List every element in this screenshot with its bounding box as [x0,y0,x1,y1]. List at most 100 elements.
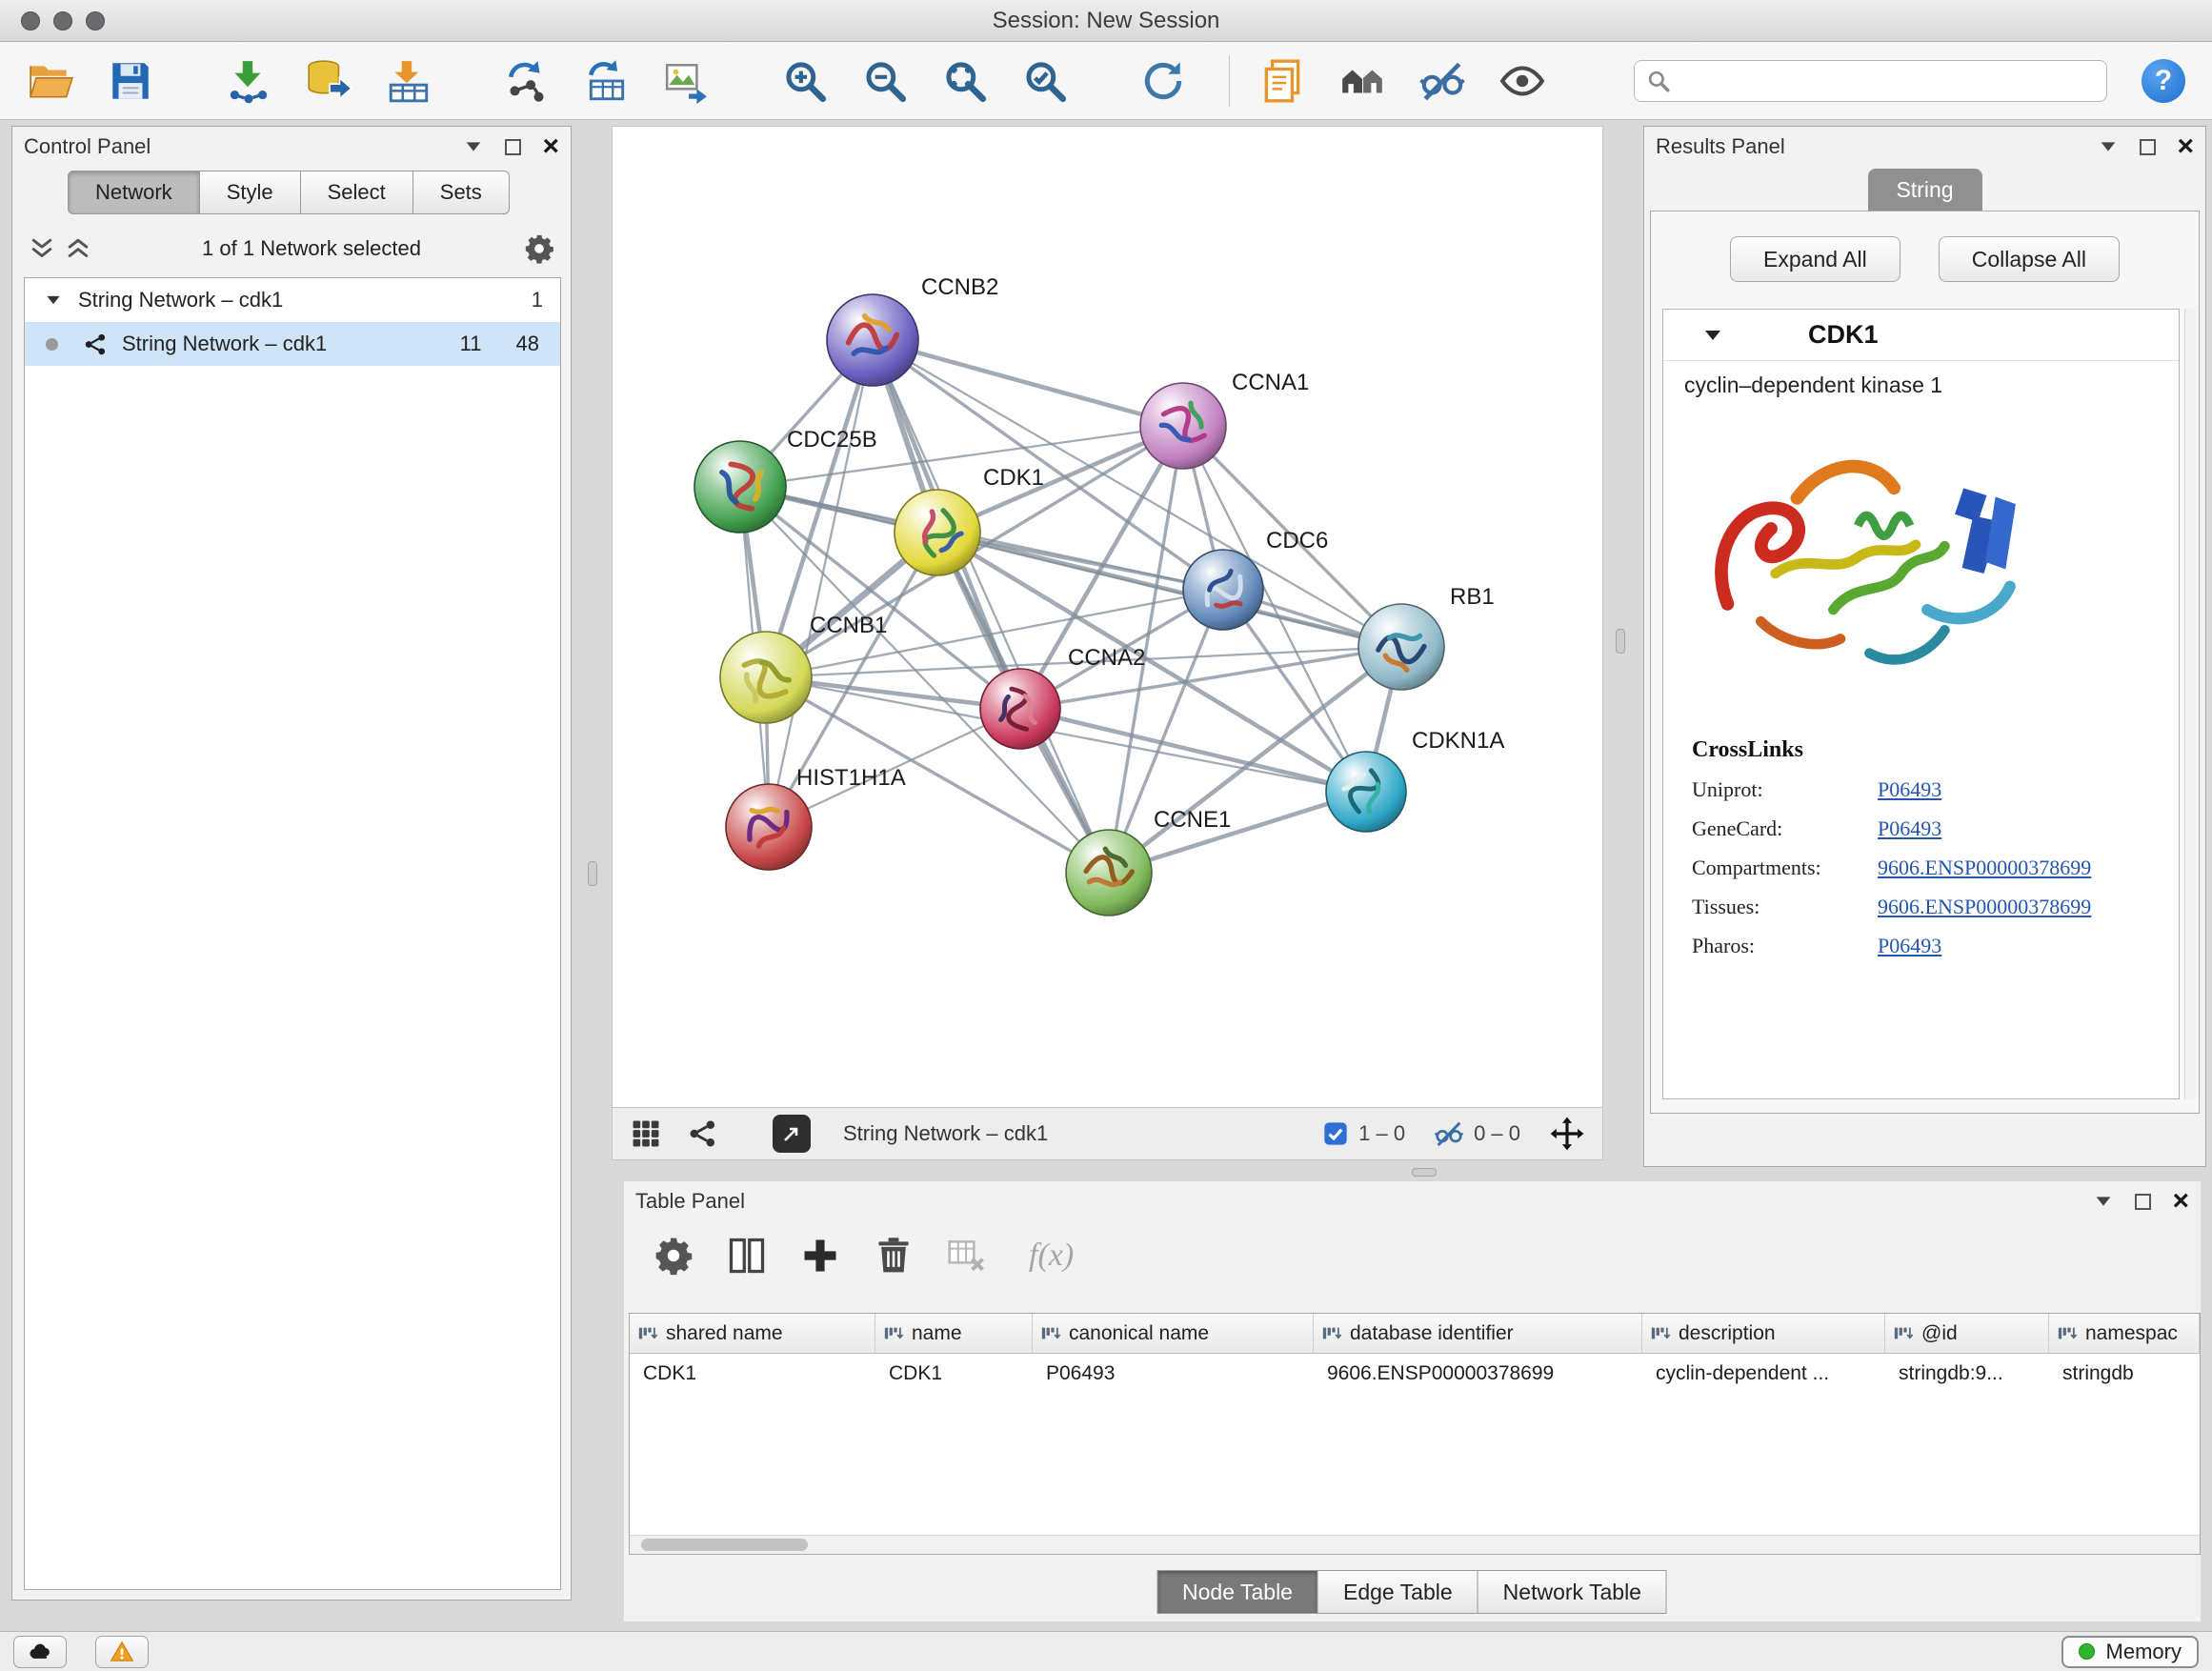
network-options-gear-icon[interactable] [523,232,555,265]
column-header[interactable]: @id [1885,1314,2049,1353]
crosslink-link[interactable]: 9606.ENSP00000378699 [1878,895,2091,919]
open-in-string-icon[interactable] [773,1115,811,1153]
results-tab-string[interactable]: String [1867,169,1981,211]
new-network-from-table-icon[interactable] [583,57,631,105]
cell-shared-name[interactable]: CDK1 [630,1362,875,1385]
table-horizontal-scrollbar[interactable] [630,1535,2200,1554]
zoom-selected-icon[interactable] [1021,57,1069,105]
splitter-handle-left[interactable] [588,861,597,886]
search-input[interactable] [1671,63,2095,99]
zoom-fit-icon[interactable] [941,57,989,105]
network-node-CCNB1[interactable] [720,632,812,723]
network-node-CDKN1A[interactable] [1326,752,1406,832]
delete-column-trash-icon[interactable] [873,1235,915,1277]
hidden-count-glasses-icon[interactable] [1434,1118,1464,1149]
zoom-out-icon[interactable] [861,57,909,105]
collection-disclosure-icon[interactable] [44,291,63,310]
network-node-HIST1H1A[interactable] [726,784,812,870]
network-node-CDC6[interactable] [1183,550,1263,630]
expand-all-icon[interactable] [64,234,92,263]
network-node-CCNA2[interactable] [980,669,1060,749]
import-table-icon[interactable] [385,57,432,105]
copy-document-icon[interactable] [1258,57,1306,105]
crosslink-link[interactable]: P06493 [1878,934,1941,958]
export-image-icon[interactable] [663,57,711,105]
tab-network[interactable]: Network [68,171,200,214]
network-node-CCNA1[interactable] [1140,383,1226,469]
table-settings-gear-icon[interactable] [653,1235,694,1277]
zoom-in-icon[interactable] [781,57,829,105]
cell-id[interactable]: stringdb:9... [1885,1362,2049,1385]
network-node-CCNE1[interactable] [1066,830,1152,916]
network-collection-row[interactable]: String Network – cdk1 1 [25,278,560,322]
warnings-button[interactable] [95,1636,149,1668]
results-scrollbar[interactable] [2184,309,2196,1099]
column-header[interactable]: canonical name [1033,1314,1314,1353]
memory-button[interactable]: Memory [2061,1636,2199,1668]
hide-selected-glasses-icon[interactable] [1418,57,1466,105]
minimize-window-button[interactable] [53,11,72,30]
network-edge[interactable] [873,340,1183,426]
maximize-panel-icon[interactable] [2135,1194,2151,1210]
network-edge[interactable] [873,340,1109,873]
splitter-handle-bottom[interactable] [1412,1168,1437,1177]
tab-style[interactable]: Style [199,171,301,214]
tab-edge-table[interactable]: Edge Table [1317,1570,1478,1614]
collapse-all-button[interactable]: Collapse All [1939,236,2120,282]
tab-network-table[interactable]: Network Table [1478,1570,1667,1614]
network-row-selected[interactable]: String Network – cdk1 11 48 [25,322,560,366]
show-columns-icon[interactable] [726,1235,768,1277]
crosslink-link[interactable]: 9606.ENSP00000378699 [1878,856,2091,880]
cell-canonical-name[interactable]: P06493 [1033,1362,1314,1385]
expand-all-button[interactable]: Expand All [1730,236,1900,282]
collapse-all-icon[interactable] [28,234,56,263]
network-node-CDC25B[interactable] [694,441,786,533]
column-header[interactable]: namespac [2049,1314,2200,1353]
cell-namespace[interactable]: stringdb [2049,1362,2200,1385]
crosslink-link[interactable]: P06493 [1878,777,1941,802]
tab-node-table[interactable]: Node Table [1156,1570,1318,1614]
save-session-icon[interactable] [107,57,154,105]
cloud-button[interactable] [13,1636,67,1668]
network-graph[interactable]: CCNB2CCNA1CDC25BCDK1CDC6RB1CCNB1CCNA2CDK… [613,127,1602,1107]
column-header[interactable]: database identifier [1314,1314,1642,1353]
network-edge[interactable] [769,340,873,827]
cell-name[interactable]: CDK1 [875,1362,1033,1385]
cell-description[interactable]: cyclin-dependent ... [1642,1362,1885,1385]
string-home-icon[interactable] [1338,57,1386,105]
clone-network-icon[interactable] [503,57,551,105]
selected-count-checkbox-icon[interactable] [1322,1120,1349,1147]
show-all-eye-icon[interactable] [1498,57,1546,105]
network-node-RB1[interactable] [1358,604,1444,690]
network-node-CCNB2[interactable] [827,294,918,386]
maximize-panel-icon[interactable] [2140,139,2156,155]
string-network-icon[interactable] [687,1117,719,1150]
maximize-panel-icon[interactable] [505,139,521,155]
float-panel-icon[interactable] [463,136,484,157]
zoom-window-button[interactable] [86,11,105,30]
birds-eye-view-icon[interactable] [630,1117,662,1150]
help-button[interactable]: ? [2142,59,2185,103]
add-column-icon[interactable] [799,1235,841,1277]
network-node-CDK1[interactable] [895,490,980,575]
scrollbar-thumb[interactable] [641,1539,808,1551]
protein-card-header[interactable]: CDK1 [1663,310,2179,361]
cell-database-identifier[interactable]: 9606.ENSP00000378699 [1314,1362,1642,1385]
close-panel-icon[interactable]: × [2177,137,2194,156]
import-network-database-icon[interactable] [305,57,352,105]
move-crosshair-icon[interactable] [1549,1116,1585,1152]
column-header[interactable]: shared name [630,1314,875,1353]
column-header[interactable]: description [1642,1314,1885,1353]
float-panel-icon[interactable] [2093,1191,2114,1212]
close-panel-icon[interactable]: × [2172,1192,2189,1211]
splitter-handle-right[interactable] [1616,629,1625,654]
open-session-icon[interactable] [27,57,74,105]
tab-sets[interactable]: Sets [412,171,510,214]
table-row[interactable]: CDK1 CDK1 P06493 9606.ENSP00000378699 cy… [630,1354,2200,1394]
tab-select[interactable]: Select [300,171,413,214]
close-window-button[interactable] [21,11,40,30]
column-header[interactable]: name [875,1314,1033,1353]
close-panel-icon[interactable]: × [542,137,559,156]
import-network-file-icon[interactable] [225,57,272,105]
toolbar-search-box[interactable] [1634,60,2107,102]
